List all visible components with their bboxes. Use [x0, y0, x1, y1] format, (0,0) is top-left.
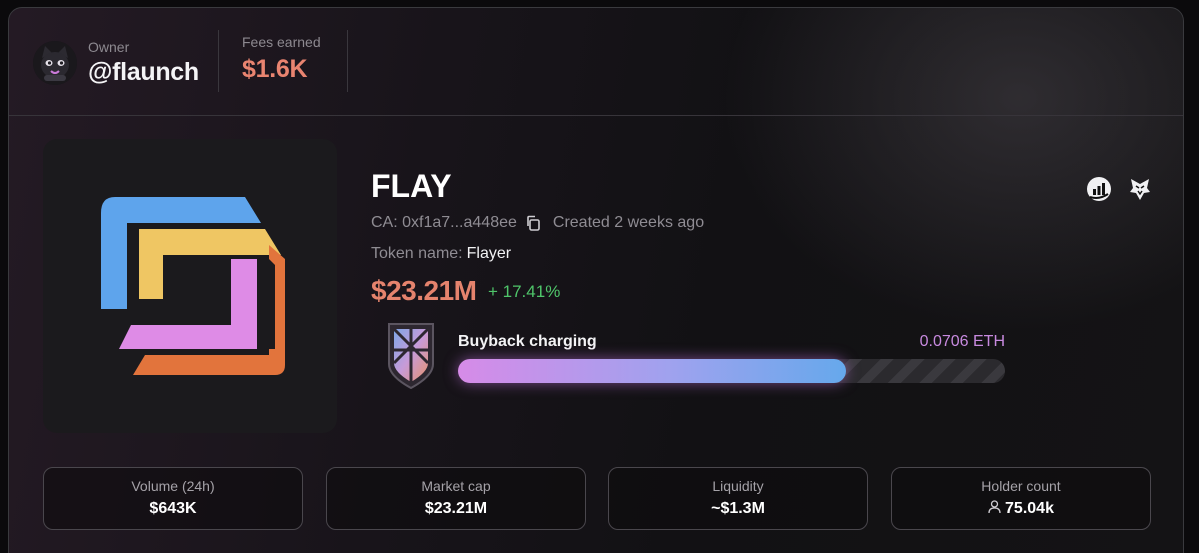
token-card: Owner @flaunch Fees earned $1.6K FLAY CA…: [8, 7, 1184, 553]
owner-handle[interactable]: @flaunch: [88, 58, 199, 87]
copy-icon[interactable]: [525, 215, 541, 231]
stat-market-cap: Market cap $23.21M: [326, 467, 586, 530]
buyback-progress-bar: [458, 359, 1005, 383]
buyback-eth-value: 0.0706 ETH: [919, 333, 1005, 350]
stat-value: ~$1.3M: [711, 500, 765, 517]
stat-value-row: 75.04k: [892, 500, 1150, 518]
stat-label: Liquidity: [712, 478, 764, 494]
price-change: + 17.41%: [488, 282, 561, 301]
stat-label: Volume (24h): [131, 478, 215, 494]
owner-label: Owner: [88, 39, 130, 55]
stat-label: Market cap: [421, 478, 491, 494]
eagle-icon[interactable]: [1127, 176, 1153, 202]
market-price: $23.21M: [371, 275, 477, 306]
token-name-label: Token name:: [371, 245, 463, 262]
flaunch-logo-icon: [101, 197, 285, 375]
token-name-row: Token name: Flayer: [371, 245, 511, 263]
user-icon: [988, 500, 1001, 514]
chart-icon[interactable]: [1086, 176, 1112, 202]
divider: [218, 30, 219, 92]
owner-bar: Owner @flaunch Fees earned $1.6K: [9, 8, 1183, 116]
created-time: Created 2 weeks ago: [552, 214, 705, 231]
contract-row: CA: 0xf1a7...a448ee Created 2 weeks ago: [371, 214, 704, 232]
stat-volume: Volume (24h) $643K: [43, 467, 303, 530]
stat-value: $643K: [149, 500, 197, 517]
stat-value: $23.21M: [424, 500, 488, 517]
owner-avatar[interactable]: [33, 41, 77, 85]
divider: [347, 30, 348, 92]
stat-label: Holder count: [981, 478, 1061, 494]
fees-value: $1.6K: [242, 55, 308, 83]
stat-value: 75.04k: [1005, 500, 1054, 517]
buyback-progress-fill: [458, 359, 847, 383]
buyback-shield-icon: [383, 320, 439, 392]
stat-liquidity: Liquidity ~$1.3M: [608, 467, 868, 530]
contract-address: CA: 0xf1a7...a448ee: [371, 214, 517, 231]
fees-label: Fees earned: [242, 34, 321, 50]
token-name-value: Flayer: [466, 245, 512, 262]
stat-holder-count: Holder count 75.04k: [891, 467, 1151, 530]
black-cat-avatar-icon: [33, 41, 77, 85]
token-symbol: FLAY: [371, 168, 452, 204]
buyback-label: Buyback charging: [458, 333, 597, 350]
token-logo: [43, 139, 337, 433]
